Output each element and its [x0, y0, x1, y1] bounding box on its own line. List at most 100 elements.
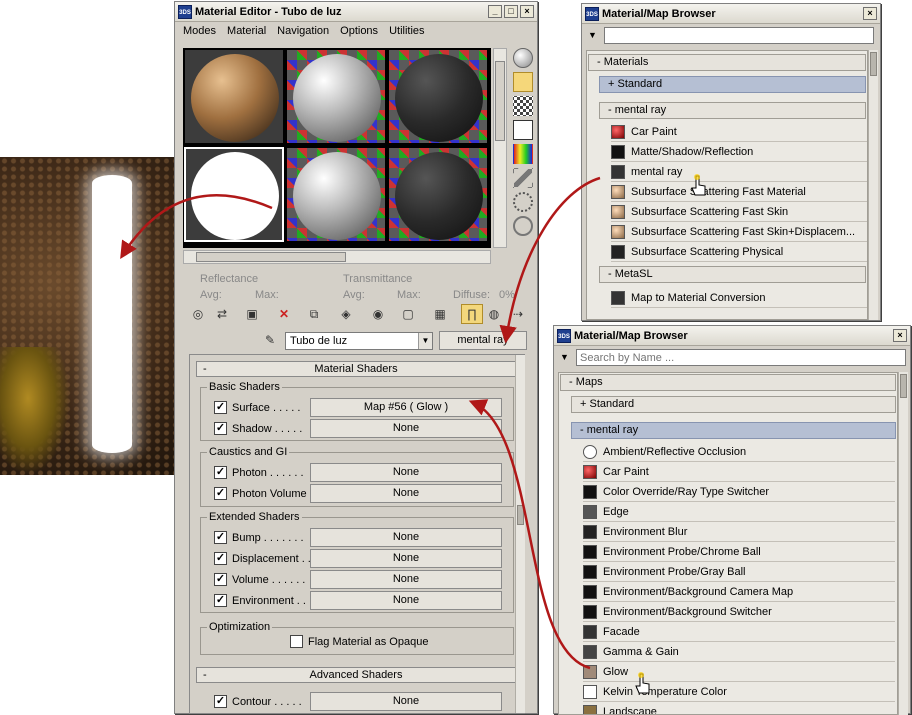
sample-slot-3[interactable]: [388, 49, 488, 144]
list-item[interactable]: Subsurface Scattering Physical: [611, 242, 867, 262]
sample-slot-6[interactable]: [388, 147, 488, 242]
menu-options[interactable]: Options: [340, 25, 378, 38]
contour-map-button[interactable]: None: [310, 692, 502, 711]
sample-slot-5[interactable]: [286, 147, 386, 242]
list-item[interactable]: Facade: [583, 622, 895, 642]
list-item[interactable]: Car Paint: [611, 122, 867, 142]
go-to-parent-icon[interactable]: ◍: [483, 304, 505, 324]
list-item[interactable]: Environment/Background Camera Map: [583, 582, 895, 602]
displacement-map-button[interactable]: None: [310, 549, 502, 568]
sample-slot-2[interactable]: [286, 49, 386, 144]
list-item[interactable]: Environment Probe/Chrome Ball: [583, 542, 895, 562]
browser-top-scroll-thumb[interactable]: [870, 52, 877, 76]
list-item[interactable]: Subsurface Scattering Fast Skin+Displace…: [611, 222, 867, 242]
list-item[interactable]: Map to Material Conversion: [611, 288, 867, 308]
copy-material-icon[interactable]: ⧉: [303, 304, 325, 324]
maximize-button[interactable]: □: [504, 5, 518, 18]
flag-opaque-checkbox[interactable]: [290, 635, 303, 648]
surface-map-button[interactable]: Map #56 ( Glow ): [310, 398, 502, 417]
list-item[interactable]: Environment Probe/Gray Ball: [583, 562, 895, 582]
filter-icon[interactable]: ▼: [560, 352, 569, 362]
browser-top-titlebar[interactable]: 3DS Material/Map Browser ×: [582, 4, 880, 24]
close-button[interactable]: ×: [520, 5, 534, 18]
category-standard[interactable]: + Standard: [599, 76, 866, 93]
material-name-field[interactable]: Tubo de luz ▼: [285, 332, 433, 350]
browser-top-scrollbar[interactable]: [868, 50, 878, 320]
sample-slot-1[interactable]: [184, 49, 284, 144]
list-item[interactable]: Landscape: [583, 702, 895, 715]
rollout-material-shaders[interactable]: - Material Shaders: [196, 361, 516, 377]
assign-material-icon[interactable]: ▣: [241, 304, 263, 324]
backlight-icon[interactable]: [513, 72, 533, 92]
rollout-scroll-thumb[interactable]: [517, 505, 524, 525]
get-material-icon[interactable]: ◎: [187, 304, 209, 324]
list-item[interactable]: Ambient/Reflective Occlusion: [583, 442, 895, 462]
eyedropper-icon[interactable]: ✎: [259, 330, 281, 350]
browser-bottom-search[interactable]: [576, 349, 906, 366]
material-type-button[interactable]: mental ray: [439, 331, 527, 350]
rollout-advanced-shaders[interactable]: - Advanced Shaders: [196, 667, 516, 683]
menu-utilities[interactable]: Utilities: [389, 25, 424, 38]
bump-map-button[interactable]: None: [310, 528, 502, 547]
sample-type-icon[interactable]: [513, 48, 533, 68]
uv-tiling-icon[interactable]: [513, 120, 533, 140]
show-end-result-icon[interactable]: ∏: [461, 304, 483, 324]
displacement-checkbox[interactable]: ✓: [214, 552, 227, 565]
rollout-scrollbar[interactable]: [515, 355, 525, 713]
list-item[interactable]: Subsurface Scattering Fast Skin: [611, 202, 867, 222]
show-map-icon[interactable]: ▦: [429, 304, 451, 324]
material-editor-titlebar[interactable]: 3DS Material Editor - Tubo de luz _ □ ×: [175, 2, 537, 22]
list-item[interactable]: mental ray: [611, 162, 867, 182]
list-item[interactable]: Color Override/Ray Type Switcher: [583, 482, 895, 502]
category-materials[interactable]: - Materials: [588, 54, 866, 71]
close-button[interactable]: ×: [893, 329, 907, 342]
volume-map-button[interactable]: None: [310, 570, 502, 589]
photon-volume-map-button[interactable]: None: [310, 484, 502, 503]
menu-modes[interactable]: Modes: [183, 25, 216, 38]
environment-checkbox[interactable]: ✓: [214, 594, 227, 607]
category-standard[interactable]: + Standard: [571, 396, 896, 413]
list-item[interactable]: Environment Blur: [583, 522, 895, 542]
shadow-map-button[interactable]: None: [310, 419, 502, 438]
browser-top-search[interactable]: [604, 27, 874, 44]
background-checker-icon[interactable]: [513, 96, 533, 116]
slots-vscroll[interactable]: [493, 48, 507, 248]
reset-map-icon[interactable]: ✕: [273, 304, 295, 324]
list-item[interactable]: Subsurface Scattering Fast Material: [611, 182, 867, 202]
list-item[interactable]: Gamma & Gain: [583, 642, 895, 662]
browser-bottom-scrollbar[interactable]: [898, 372, 908, 715]
slots-hscroll-thumb[interactable]: [196, 252, 346, 262]
category-maps[interactable]: - Maps: [560, 374, 896, 391]
slots-vscroll-thumb[interactable]: [495, 61, 505, 141]
bump-checkbox[interactable]: ✓: [214, 531, 227, 544]
slots-hscroll[interactable]: [183, 250, 491, 264]
filter-icon[interactable]: ▼: [588, 30, 597, 40]
list-item[interactable]: Matte/Shadow/Reflection: [611, 142, 867, 162]
list-item[interactable]: Edge: [583, 502, 895, 522]
material-effects-icon[interactable]: ▢: [397, 304, 419, 324]
volume-checkbox[interactable]: ✓: [214, 573, 227, 586]
photon-checkbox[interactable]: ✓: [214, 466, 227, 479]
shadow-checkbox[interactable]: ✓: [214, 422, 227, 435]
video-color-icon[interactable]: [513, 144, 533, 164]
list-item-glow[interactable]: Glow: [583, 662, 895, 682]
put-to-scene-icon[interactable]: ⇄: [211, 304, 233, 324]
menu-navigation[interactable]: Navigation: [277, 25, 329, 38]
dropdown-arrow-icon[interactable]: ▼: [418, 333, 432, 349]
minimize-button[interactable]: _: [488, 5, 502, 18]
contour-checkbox[interactable]: ✓: [214, 695, 227, 708]
surface-checkbox[interactable]: ✓: [214, 401, 227, 414]
go-forward-sibling-icon[interactable]: ⇢: [507, 304, 529, 324]
make-preview-icon[interactable]: [513, 168, 533, 188]
photon-volume-checkbox[interactable]: ✓: [214, 487, 227, 500]
browser-bottom-scroll-thumb[interactable]: [900, 374, 907, 398]
photon-map-button[interactable]: None: [310, 463, 502, 482]
sample-slot-4-selected[interactable]: [184, 147, 284, 242]
browser-bottom-titlebar[interactable]: 3DS Material/Map Browser ×: [554, 326, 910, 346]
menu-material[interactable]: Material: [227, 25, 266, 38]
list-item[interactable]: Environment/Background Switcher: [583, 602, 895, 622]
close-button[interactable]: ×: [863, 7, 877, 20]
category-mental-ray[interactable]: - mental ray: [599, 102, 866, 119]
list-item[interactable]: Car Paint: [583, 462, 895, 482]
options-icon[interactable]: [513, 192, 533, 212]
